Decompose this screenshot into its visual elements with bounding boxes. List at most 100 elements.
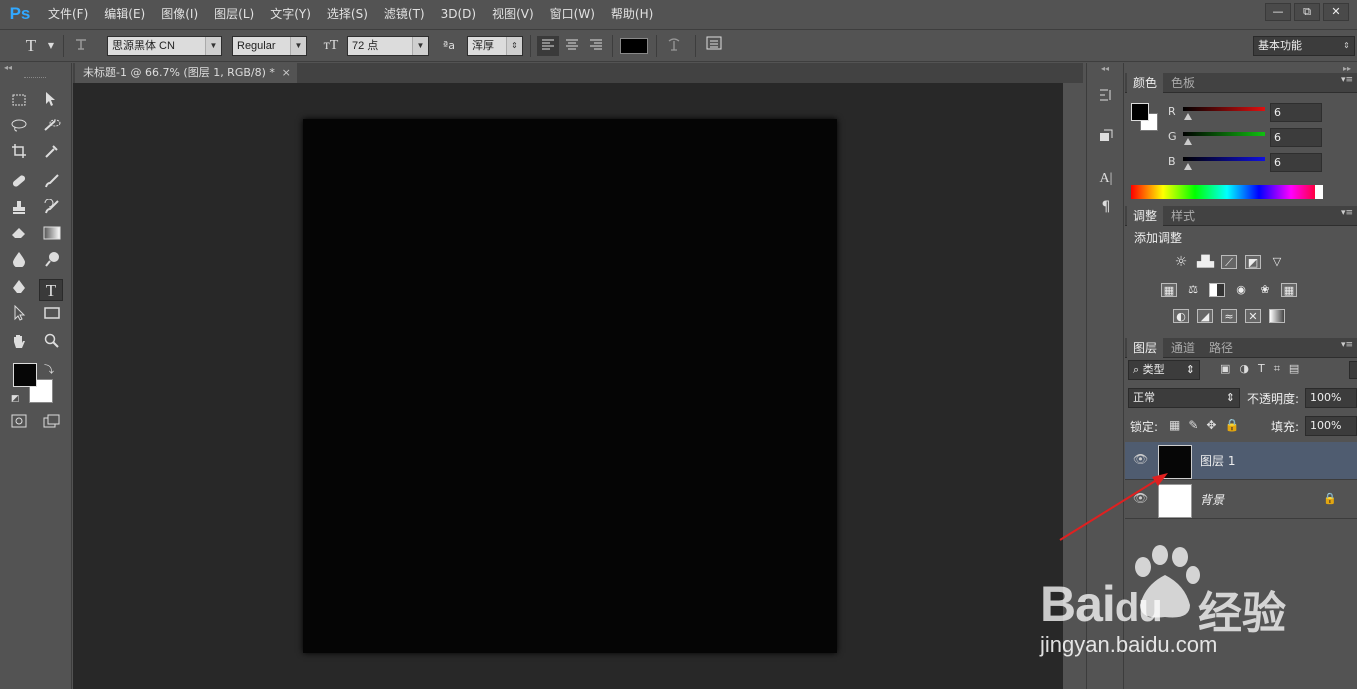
menu-edit[interactable]: 编辑(E) — [96, 0, 153, 28]
type-tool-preset-icon[interactable]: T — [20, 36, 42, 56]
default-colors-icon[interactable]: ◩ — [11, 394, 20, 404]
zoom-tool-icon[interactable] — [40, 333, 64, 355]
posterize-icon[interactable]: ◢ — [1197, 309, 1213, 323]
threshold-icon[interactable]: ≈ — [1221, 309, 1237, 323]
menu-3d[interactable]: 3D(D) — [433, 0, 484, 28]
blur-tool-icon[interactable] — [7, 251, 31, 273]
collapse-strip-icon[interactable]: ◂◂ — [1101, 64, 1109, 73]
pen-tool-icon[interactable] — [7, 279, 31, 301]
hand-tool-icon[interactable] — [7, 333, 31, 355]
lock-icons[interactable]: ▦✎✥🔒 — [1169, 418, 1247, 432]
canvas[interactable] — [303, 119, 837, 653]
channel-g-value[interactable]: 6 — [1270, 128, 1322, 147]
menu-type[interactable]: 文字(Y) — [262, 0, 319, 28]
tab-paths[interactable]: 路径 — [1203, 338, 1239, 358]
filter-toggle[interactable] — [1349, 361, 1357, 379]
menu-window[interactable]: 窗口(W) — [542, 0, 603, 28]
character-icon[interactable]: A| — [1096, 169, 1116, 189]
channel-r-thumb[interactable] — [1184, 113, 1192, 120]
color-lookup-icon[interactable]: ▦ — [1281, 283, 1297, 297]
layer-filter-select[interactable]: ⌕ 类型 ⇕ — [1128, 360, 1200, 380]
align-left-icon[interactable] — [537, 36, 559, 56]
layer-filter-icons[interactable]: ▣◑T⌗▤ — [1220, 362, 1308, 376]
document-tab[interactable]: 未标题-1 @ 66.7% (图层 1, RGB/8) * × — [75, 63, 297, 83]
restore-button[interactable]: ⧉ — [1294, 3, 1320, 21]
font-style-select[interactable]: Regular ▼ — [232, 36, 307, 56]
panel-menu-icon[interactable]: ▾≡ — [1341, 75, 1353, 85]
paragraph-icon[interactable]: ¶ — [1096, 197, 1116, 217]
tab-channels[interactable]: 通道 — [1165, 338, 1201, 358]
tab-swatches[interactable]: 色板 — [1165, 73, 1201, 93]
selective-color-icon[interactable] — [1269, 309, 1285, 323]
history-brush-icon[interactable] — [40, 198, 64, 221]
menu-filter[interactable]: 滤镜(T) — [376, 0, 433, 28]
font-size-select[interactable]: 72 点 ▼ — [347, 36, 429, 56]
layer-row-1[interactable]: 👁 图层 1 — [1125, 442, 1357, 480]
minimize-button[interactable]: — — [1265, 3, 1291, 21]
warp-text-icon[interactable] — [663, 36, 685, 56]
visibility-eye-icon[interactable]: 👁 — [1133, 452, 1148, 466]
menu-file[interactable]: 文件(F) — [40, 0, 96, 28]
blend-mode-select[interactable]: 正常 ⇕ — [1128, 388, 1240, 408]
opacity-input[interactable]: 100% — [1305, 388, 1357, 408]
history-panel-icon[interactable] — [1096, 87, 1116, 107]
channel-b-value[interactable]: 6 — [1270, 153, 1322, 172]
crop-tool-icon[interactable] — [7, 143, 31, 165]
curves-icon[interactable]: ⟋ — [1221, 255, 1237, 269]
photo-filter-icon[interactable]: ◉ — [1233, 283, 1249, 297]
eraser-tool-icon[interactable] — [7, 225, 31, 247]
menu-help[interactable]: 帮助(H) — [603, 0, 661, 28]
brush-tool-icon[interactable] — [40, 173, 64, 195]
clone-stamp-icon[interactable] — [7, 199, 31, 221]
layer-row-2[interactable]: 👁 背景 🔒 — [1125, 481, 1357, 519]
collapse-panels-icon[interactable]: ▸▸ — [1343, 64, 1351, 73]
marquee-tool-icon[interactable] — [7, 91, 31, 113]
swap-colors-icon[interactable]: ⤵ — [44, 361, 54, 376]
move-tool-icon[interactable] — [40, 91, 64, 113]
collapse-toolbox-icon[interactable]: ◂◂ — [4, 63, 12, 72]
dodge-tool-icon[interactable] — [40, 251, 64, 273]
levels-icon[interactable]: ▟▙ — [1197, 255, 1214, 269]
anti-alias-select[interactable]: 浑厚 ⇕ — [467, 36, 523, 56]
fill-input[interactable]: 100% — [1305, 416, 1357, 436]
tab-color[interactable]: 颜色 — [1127, 73, 1164, 93]
channel-r-value[interactable]: 6 — [1270, 103, 1322, 122]
tab-styles[interactable]: 样式 — [1165, 206, 1201, 226]
lasso-tool-icon[interactable] — [7, 117, 31, 139]
visibility-eye-icon[interactable]: 👁 — [1133, 491, 1148, 505]
type-tool-icon[interactable]: T — [39, 279, 63, 301]
properties-panel-icon[interactable] — [1096, 127, 1116, 147]
menu-view[interactable]: 视图(V) — [484, 0, 542, 28]
align-right-icon[interactable] — [585, 36, 607, 56]
channel-r-slider[interactable] — [1183, 107, 1265, 111]
color-foreground-swatch[interactable] — [1131, 103, 1149, 121]
panel-menu-icon[interactable]: ▾≡ — [1341, 340, 1353, 350]
channel-b-slider[interactable] — [1183, 157, 1265, 161]
path-selection-icon[interactable] — [7, 304, 31, 327]
exposure-icon[interactable]: ◩ — [1245, 255, 1261, 269]
quick-mask-icon[interactable] — [7, 413, 31, 435]
text-orientation-icon[interactable] — [70, 36, 92, 56]
channel-b-thumb[interactable] — [1184, 163, 1192, 170]
color-balance-icon[interactable]: ⚖ — [1185, 283, 1201, 297]
channel-mixer-icon[interactable]: ❀ — [1257, 283, 1273, 297]
channel-g-slider[interactable] — [1183, 132, 1265, 136]
hue-saturation-icon[interactable]: ▦ — [1161, 283, 1177, 297]
tab-layers[interactable]: 图层 — [1127, 338, 1164, 358]
color-spectrum[interactable] — [1131, 185, 1323, 199]
font-family-select[interactable]: 思源黑体 CN ▼ — [107, 36, 222, 56]
close-window-button[interactable]: ✕ — [1323, 3, 1349, 21]
brightness-icon[interactable]: ☼ — [1173, 255, 1189, 269]
menu-select[interactable]: 选择(S) — [319, 0, 376, 28]
workspace-select[interactable]: 基本功能 ⇕ — [1253, 36, 1355, 56]
align-center-icon[interactable] — [561, 36, 583, 56]
gradient-map-icon[interactable]: ✕ — [1245, 309, 1261, 323]
foreground-color-swatch[interactable] — [13, 363, 37, 387]
invert-icon[interactable]: ◐ — [1173, 309, 1189, 323]
gradient-tool-icon[interactable] — [40, 225, 64, 247]
close-tab-icon[interactable]: × — [282, 63, 291, 83]
healing-brush-icon[interactable] — [7, 173, 31, 195]
eyedropper-icon[interactable] — [40, 143, 64, 165]
channel-g-thumb[interactable] — [1184, 138, 1192, 145]
preset-dropdown-icon[interactable]: ▼ — [40, 36, 62, 56]
